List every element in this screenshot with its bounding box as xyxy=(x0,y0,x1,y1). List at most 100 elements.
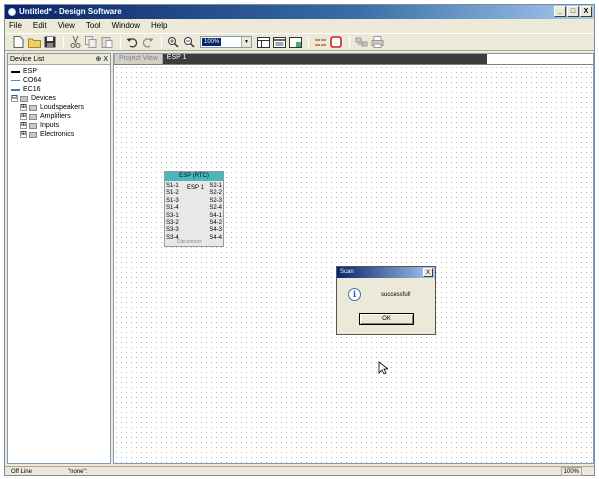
output-port[interactable]: S2-1 xyxy=(209,183,222,190)
window-title: Untitled* - Design Software xyxy=(19,7,122,16)
tree-item-devices[interactable]: ⊟ Devices xyxy=(11,94,110,103)
connect-icon[interactable] xyxy=(313,35,327,49)
design-workspace: Project View ESP 1 ESP (RTC) ESP 1 S1-1 S… xyxy=(113,53,594,464)
menu-window[interactable]: Window xyxy=(112,21,140,30)
expand-icon[interactable]: ⊞ xyxy=(20,131,27,138)
stop-icon[interactable] xyxy=(329,35,343,49)
input-port[interactable]: S3-3 xyxy=(166,227,179,234)
tree-item-label: CO64 xyxy=(23,77,42,84)
menu-view[interactable]: View xyxy=(58,21,75,30)
copy-icon[interactable] xyxy=(84,35,98,49)
device-tree: ESP CO64 EC16 ⊟ Devices ⊞ Loudspeakers ⊞… xyxy=(8,65,110,139)
ok-button[interactable]: OK xyxy=(359,313,414,325)
tree-item-ec16[interactable]: EC16 xyxy=(11,85,110,94)
menu-tool[interactable]: Tool xyxy=(86,21,101,30)
device-ports: S1-1 S2-1 S1-2 S2-2 S1-3 S2-3 S1-4 S2-4 S3-1… xyxy=(165,183,223,242)
output-port[interactable]: S4-2 xyxy=(209,220,222,227)
open-folder-icon[interactable] xyxy=(27,35,41,49)
panel-controls[interactable]: ⊕ X xyxy=(96,54,108,65)
zoom-out-icon[interactable] xyxy=(182,35,196,49)
toolbar-separator xyxy=(63,35,64,49)
save-icon[interactable] xyxy=(43,35,57,49)
tree-item-label: EC16 xyxy=(23,86,41,93)
dialog-title-bar[interactable]: Scan X xyxy=(337,267,435,278)
menu-edit[interactable]: Edit xyxy=(33,21,47,30)
window-layout-icon[interactable] xyxy=(272,35,286,49)
network-icon[interactable] xyxy=(354,35,368,49)
window-controls: _ □ X xyxy=(554,6,592,17)
collapse-icon[interactable]: ⊟ xyxy=(11,95,18,102)
menu-help[interactable]: Help xyxy=(151,21,167,30)
tree-item-label: Inputs xyxy=(40,122,60,129)
undo-icon[interactable] xyxy=(125,35,139,49)
dialog-title: Scan xyxy=(340,269,354,275)
output-port[interactable]: S4-4 xyxy=(209,235,222,242)
properties-icon[interactable] xyxy=(288,35,302,49)
title-bar[interactable]: Untitled* - Design Software _ □ X xyxy=(5,5,594,19)
expand-icon[interactable]: ⊞ xyxy=(20,113,27,120)
output-port[interactable]: S4-3 xyxy=(209,227,222,234)
selection-status: "none": xyxy=(68,469,88,475)
port-row: S1-3 S2-3 xyxy=(165,198,223,205)
tree-item-amplifiers[interactable]: ⊞ Amplifiers xyxy=(11,112,110,121)
layout-grid-icon[interactable] xyxy=(256,35,270,49)
device-list-title: Device List xyxy=(10,56,45,63)
toolbar-separator xyxy=(161,35,162,49)
tree-item-esp[interactable]: ESP xyxy=(11,67,110,76)
toolbar-separator xyxy=(349,35,350,49)
output-port[interactable]: S2-2 xyxy=(209,190,222,197)
menu-file[interactable]: File xyxy=(9,21,22,30)
folder-icon xyxy=(29,113,37,120)
print-icon[interactable] xyxy=(370,35,384,49)
device-list-header: Device List ⊕ X xyxy=(8,54,110,65)
dialog-close-button[interactable]: X xyxy=(423,268,433,277)
paste-icon[interactable] xyxy=(100,35,114,49)
zoom-select[interactable]: 100% ▼ xyxy=(200,36,252,48)
device-block-esp[interactable]: ESP (RTC) ESP 1 S1-1 S2-1 S1-2 S2-2 S1-3 S2… xyxy=(164,171,224,247)
input-port[interactable]: S1-3 xyxy=(166,198,179,205)
device-list-panel: Device List ⊕ X ESP CO64 EC16 ⊟ Devices xyxy=(7,53,111,464)
port-row: S3-3 S4-3 xyxy=(165,227,223,234)
chevron-down-icon[interactable]: ▼ xyxy=(241,37,251,47)
tree-item-loudspeakers[interactable]: ⊞ Loudspeakers xyxy=(11,103,110,112)
folder-icon xyxy=(29,122,37,129)
toolbar-separator xyxy=(120,35,121,49)
tree-item-inputs[interactable]: ⊞ Inputs xyxy=(11,121,110,130)
input-port[interactable]: S1-2 xyxy=(166,190,179,197)
mouse-pointer-icon xyxy=(378,361,388,375)
input-port[interactable]: S1-4 xyxy=(166,205,179,212)
cut-icon[interactable] xyxy=(68,35,82,49)
device-block-title: ESP (RTC) xyxy=(165,172,223,181)
output-port[interactable]: S2-4 xyxy=(209,205,222,212)
redo-icon[interactable] xyxy=(141,35,155,49)
dialog-message: successful! xyxy=(381,292,411,298)
design-canvas[interactable]: ESP (RTC) ESP 1 S1-1 S2-1 S1-2 S2-2 S1-3 S2… xyxy=(114,65,593,463)
zoom-in-icon[interactable] xyxy=(166,35,180,49)
menu-bar: File Edit View Tool Window Help xyxy=(5,19,594,32)
tree-item-co64[interactable]: CO64 xyxy=(11,76,110,85)
new-file-icon[interactable] xyxy=(11,35,25,49)
input-port[interactable]: S3-2 xyxy=(166,220,179,227)
minimize-button[interactable]: _ xyxy=(554,6,566,17)
output-port[interactable]: S2-3 xyxy=(209,198,222,205)
tab-esp-1[interactable]: ESP 1 xyxy=(162,54,487,64)
scan-dialog: Scan X i successful! OK xyxy=(336,266,436,335)
input-port[interactable]: S3-1 xyxy=(166,213,179,220)
device-line-icon xyxy=(11,70,20,73)
toolbar-separator xyxy=(308,35,309,49)
device-block-footer: Disconnect xyxy=(177,239,202,245)
input-port[interactable]: S1-1 xyxy=(166,183,179,190)
expand-icon[interactable]: ⊞ xyxy=(20,122,27,129)
output-port[interactable]: S4-1 xyxy=(209,213,222,220)
tree-item-electronics[interactable]: ⊞ Electronics xyxy=(11,130,110,139)
port-row: S3-1 S4-1 xyxy=(165,213,223,220)
expand-icon[interactable]: ⊞ xyxy=(20,104,27,111)
app-icon xyxy=(8,8,16,16)
status-bar: Off Line "none": 100% xyxy=(5,466,594,476)
restore-button[interactable]: □ xyxy=(567,6,579,17)
info-icon: i xyxy=(348,288,361,301)
tab-project-view[interactable]: Project View xyxy=(114,54,163,64)
close-button[interactable]: X xyxy=(580,6,592,17)
app-window: Untitled* - Design Software _ □ X File E… xyxy=(4,4,595,476)
folder-icon xyxy=(20,95,28,102)
